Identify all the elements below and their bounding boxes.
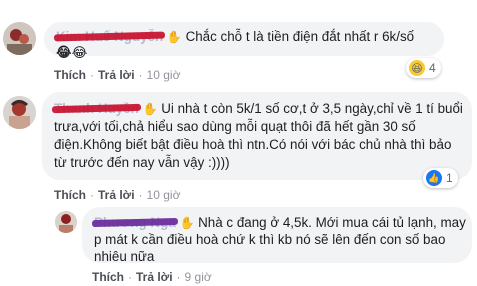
comment-actions: Thích · Trả lời · 9 giờ xyxy=(92,270,212,284)
hand-icon: ✋ xyxy=(142,102,158,116)
timestamp[interactable]: 10 giờ xyxy=(147,188,181,202)
comment-actions: Thích · Trả lời · 10 giờ xyxy=(54,68,181,82)
comment-line-4: từ trước đến nay vẫn vậy :)))) xyxy=(54,155,230,170)
comment-bubble: Thanh Huyền ✋ Ui nhà t còn 5k/1 số cơ,t … xyxy=(42,92,472,180)
comment-line-1: Phương Nga ✋ Nhà c đang ở 4,5k. Mới mua … xyxy=(91,215,466,231)
hand-icon: ✋ xyxy=(179,216,195,230)
haha-icon: 😆 xyxy=(409,60,425,76)
avatar[interactable] xyxy=(3,22,36,55)
timestamp[interactable]: 9 giờ xyxy=(185,270,212,284)
comment-line-1: Thanh Huyền ✋ Ui nhà t còn 5k/1 số cơ,t … xyxy=(51,101,463,117)
reply-link[interactable]: Trả lời xyxy=(98,188,135,202)
comment-line-3: điện.Không biết bật điều hoà thì ntn.Có … xyxy=(54,137,452,152)
comment-text: Ui nhà t còn 5k/1 số cơ,t ở 3,5 ngày,chỉ… xyxy=(161,101,463,116)
like-link[interactable]: Thích xyxy=(54,68,86,82)
hand-icon: ✋ xyxy=(166,30,182,44)
like-link[interactable]: Thích xyxy=(54,188,86,202)
reaction-badge[interactable]: 😆 4 xyxy=(406,58,441,78)
author-name[interactable]: Kim Huế Nguyễn xyxy=(53,29,166,45)
comment-text-tail: 😂 xyxy=(56,44,72,59)
profile-photo-icon xyxy=(55,211,77,233)
reply-link[interactable]: Trả lời xyxy=(136,270,173,284)
like-icon: 👍 xyxy=(426,170,442,186)
author-name[interactable]: Thanh Huyền xyxy=(51,101,141,117)
profile-photo-icon xyxy=(3,96,36,129)
comment-bubble: Phương Nga ✋ Nhà c đang ở 4,5k. Mới mua … xyxy=(82,207,472,264)
comment-line-2: p mát k cần điều hoà chứ k thì kb nó sẽ … xyxy=(94,232,446,247)
comment-line-3: nhiêu nữa xyxy=(94,249,155,264)
timestamp[interactable]: 10 giờ xyxy=(147,68,181,82)
avatar[interactable] xyxy=(55,211,77,233)
comment-actions: Thích · Trả lời · 10 giờ xyxy=(54,188,181,202)
reaction-badge[interactable]: 👍 1 xyxy=(423,168,458,188)
author-name[interactable]: Phương Nga xyxy=(91,215,178,231)
comment-bubble: Kim Huế Nguyễn ✋ Chắc chỗ t là tiền điện… xyxy=(44,22,444,60)
avatar[interactable] xyxy=(3,96,36,129)
profile-photo-icon xyxy=(3,22,36,55)
comment-text: Nhà c đang ở 4,5k. Mới mua cái tủ lạnh, … xyxy=(198,215,466,230)
reaction-count: 4 xyxy=(429,61,436,75)
comment-line-2: trưa,với tối,chả hiểu sao dùng mỗi quạt … xyxy=(54,119,416,134)
reply-link[interactable]: Trả lời xyxy=(98,68,135,82)
like-link[interactable]: Thích xyxy=(92,270,124,284)
reaction-count: 1 xyxy=(446,171,453,185)
